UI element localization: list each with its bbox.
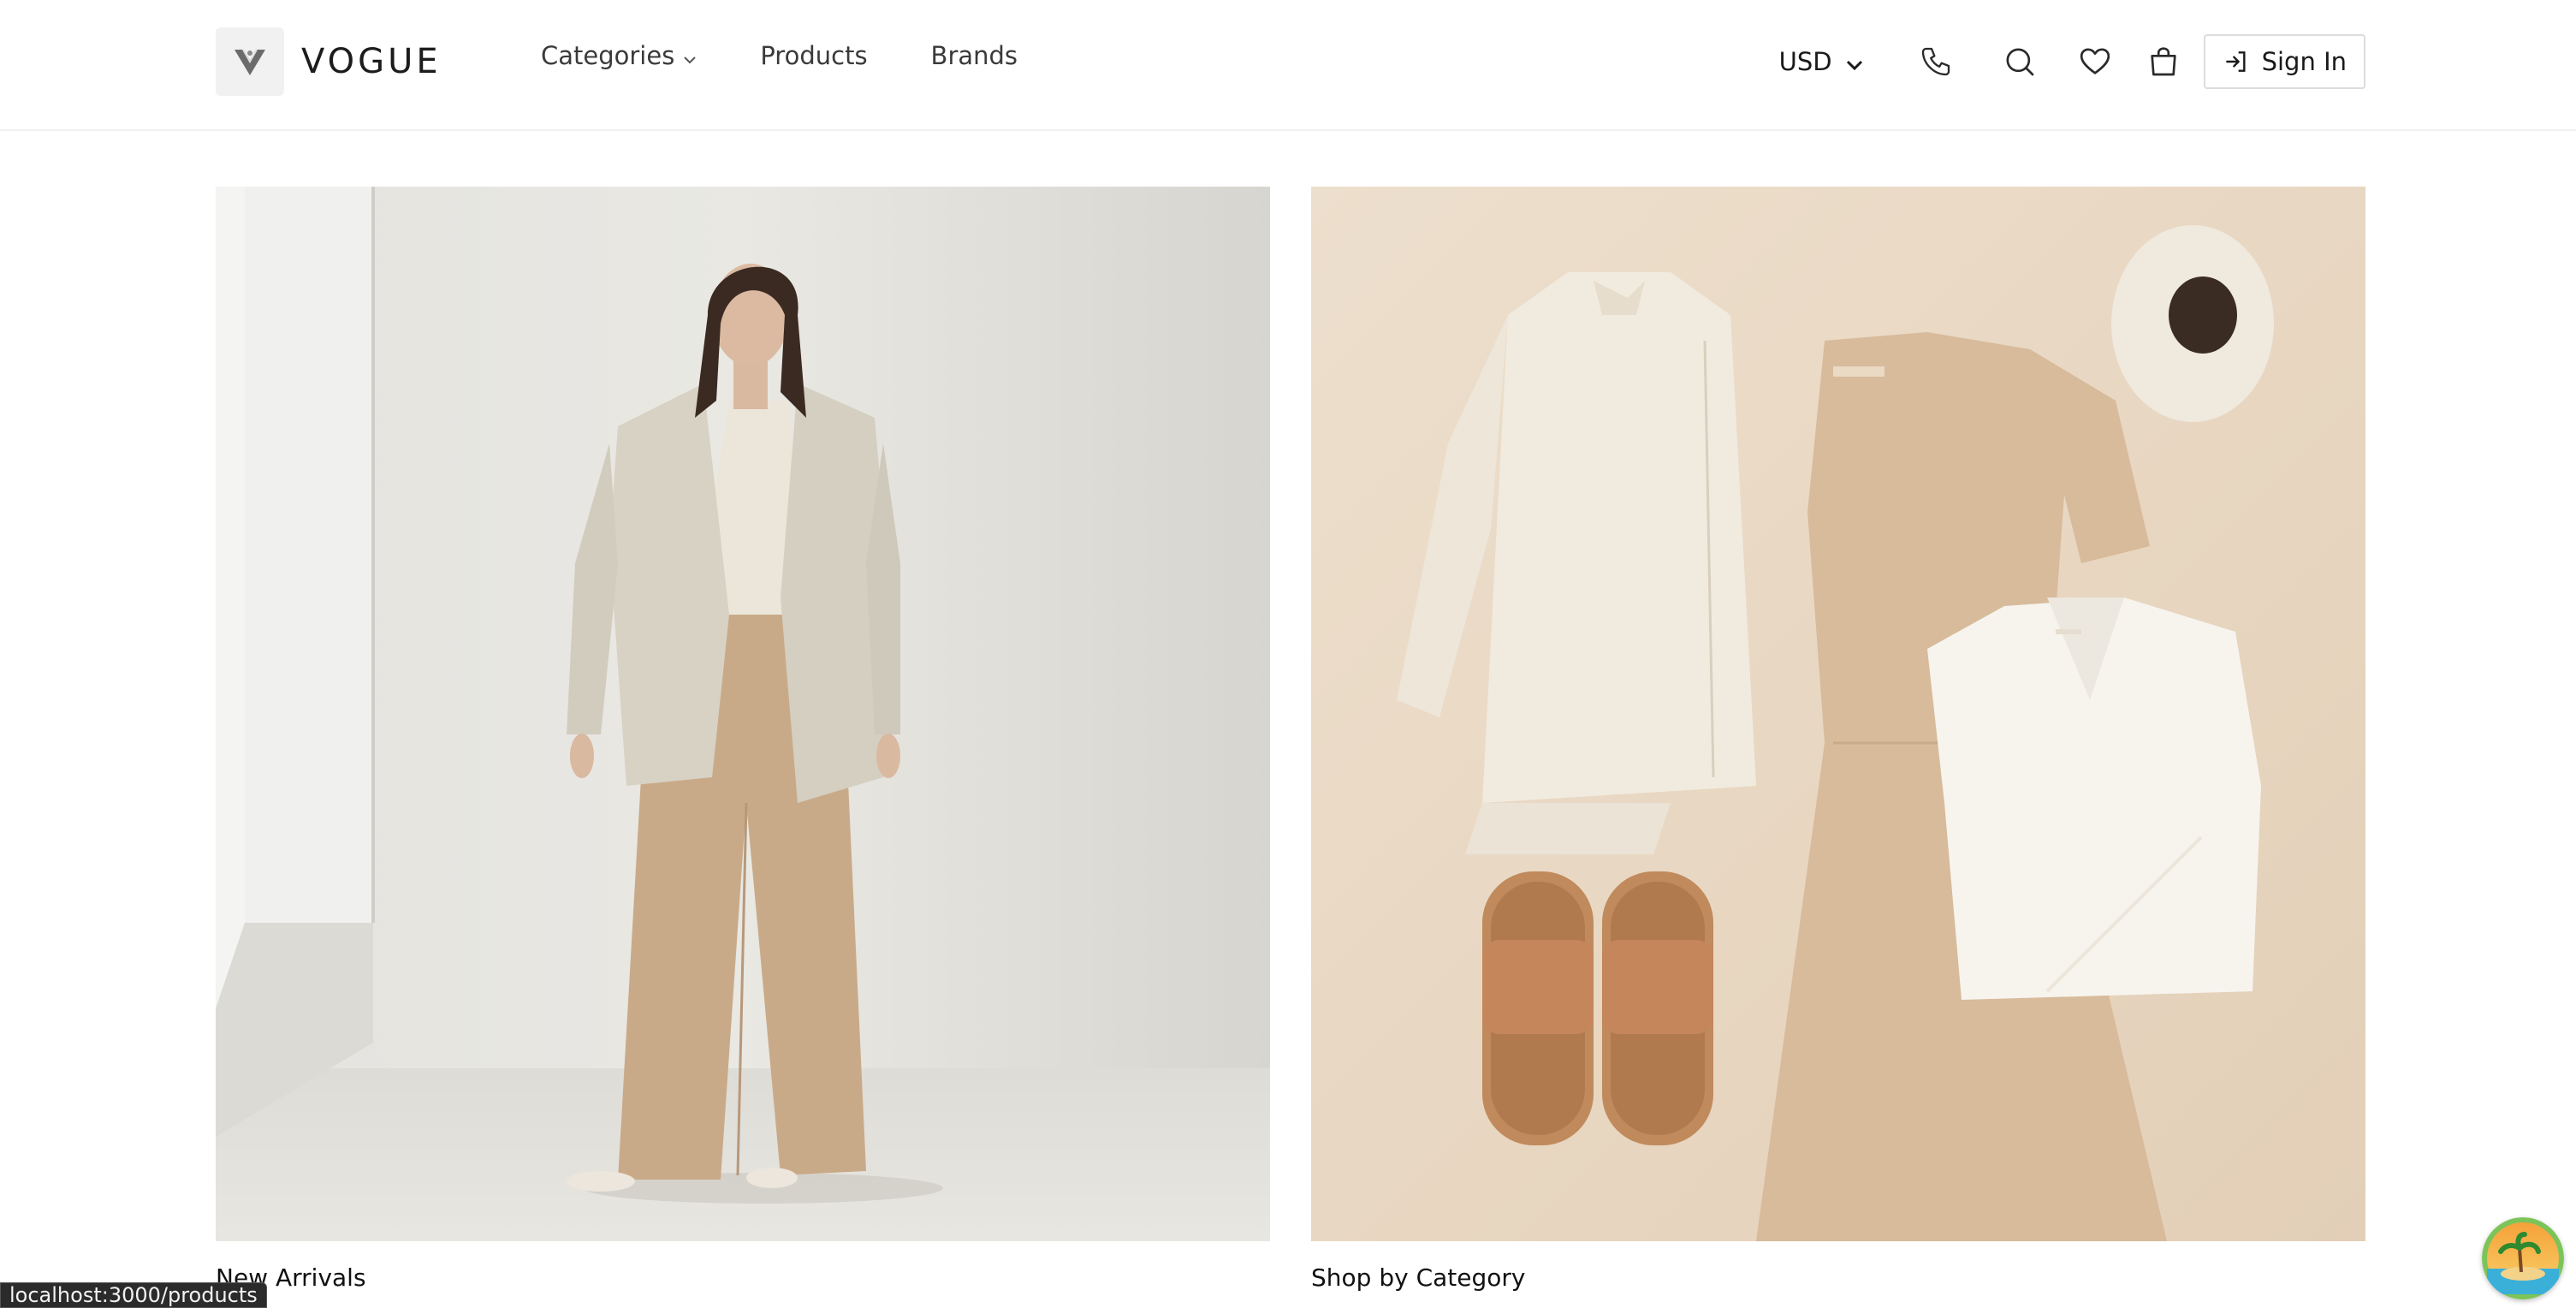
nav-products[interactable]: Products (760, 41, 867, 70)
logo[interactable]: VOGUE (216, 27, 442, 96)
nav-brands-label: Brands (930, 41, 1018, 70)
site-header: VOGUE Categories Products Brands USD Sig… (0, 0, 2576, 131)
shop-by-category-image[interactable] (1311, 187, 2365, 1241)
nav-brands[interactable]: Brands (931, 41, 1018, 70)
nav-categories-label: Categories (541, 41, 675, 70)
main-nav: Categories Products Brands (541, 41, 1081, 70)
currency-select[interactable]: USD (1779, 47, 1863, 76)
status-bar-url: localhost:3000/products (0, 1282, 267, 1308)
header-actions: USD Sign In (1779, 34, 2365, 89)
sign-in-button[interactable]: Sign In (2203, 34, 2365, 89)
shopping-bag-icon[interactable] (2144, 42, 2183, 81)
sign-in-icon (2225, 51, 2246, 72)
chevron-down-icon (1846, 47, 1863, 76)
nav-products-label: Products (760, 41, 868, 70)
logo-mark-icon (216, 27, 284, 96)
sign-in-label: Sign In (2261, 47, 2347, 76)
heart-icon[interactable] (2075, 42, 2115, 81)
floating-assistant-button[interactable] (2482, 1217, 2564, 1299)
currency-value: USD (1778, 47, 1832, 76)
new-arrivals-image[interactable] (216, 187, 1270, 1241)
search-icon[interactable] (2000, 42, 2039, 81)
shop-by-category-label[interactable]: Shop by Category (1311, 1263, 2365, 1292)
island-avatar-icon (2482, 1217, 2564, 1299)
brand-name: VOGUE (301, 42, 442, 81)
nav-categories[interactable]: Categories (541, 41, 697, 70)
phone-icon[interactable] (1916, 42, 1956, 81)
new-arrivals-card[interactable]: New Arrivals (216, 187, 1270, 1292)
chevron-down-icon (683, 41, 697, 70)
new-arrivals-label[interactable]: New Arrivals (216, 1263, 1270, 1292)
shop-by-category-card[interactable]: Shop by Category (1311, 187, 2365, 1292)
